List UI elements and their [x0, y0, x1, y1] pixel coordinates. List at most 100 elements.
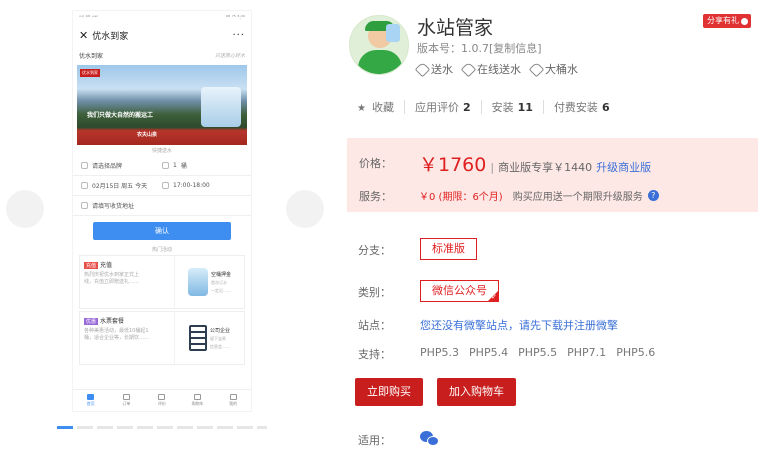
branch-label: 分支：	[358, 244, 391, 257]
app-tag[interactable]: 送水	[414, 61, 453, 77]
building-icon	[188, 325, 207, 351]
card2-desc-2: 桶，适合企业等，长期饮……	[84, 335, 150, 341]
app-tags: 送水 在线送水 大桶水	[414, 61, 578, 77]
phone-tab-label: 首页	[86, 401, 95, 406]
clock-icon	[162, 182, 169, 189]
upgrade-business-link[interactable]: 升级商业版	[596, 159, 651, 175]
stats-divider	[480, 100, 482, 114]
apply-label: 适用：	[358, 434, 391, 447]
card2-right-title: 公司企业	[209, 327, 230, 334]
branch-option-standard[interactable]: 标准版	[420, 238, 477, 260]
register-site-link[interactable]: 您还没有微擎站点，请先下载并注册微擎	[420, 317, 618, 333]
phone-order-row-1: 请选择品牌 1桶	[73, 156, 251, 176]
app-tag[interactable]: 在线送水	[460, 61, 521, 77]
gallery-indicator-active[interactable]	[57, 426, 73, 429]
phone-section-label: 快捷送水	[151, 148, 172, 154]
phone-date: 02月15日 周五 今天	[92, 183, 148, 190]
phone-tab-orders: 订单	[109, 390, 145, 411]
phone-quantity-unit: 桶	[180, 163, 187, 170]
app-tag-label: 大桶水	[545, 63, 578, 76]
phone-order-row-2: 02月15日 周五 今天 17:00-18:00	[73, 176, 251, 196]
phone-activity-card-2: 优惠 水票套餐 各种美惠活动，最低10桶起1 桶，适合企业等，长期饮…… 公司企业 …	[79, 311, 245, 365]
card1-title: 充值	[100, 262, 113, 269]
check-icon: ✓	[491, 293, 497, 301]
php-version: PHP5.5	[518, 346, 558, 359]
php-version: PHP5.6	[616, 346, 656, 359]
phone-status-bar: ᵛᵒˡ ⁴ᴳ ⁺ᵃⁿ ᴷᴮ ⁷⁵ ³:⁰⁰	[73, 11, 251, 25]
app-tag[interactable]: 大桶水	[528, 61, 578, 77]
cart-icon	[194, 394, 202, 400]
gallery-next-button[interactable]	[286, 190, 324, 228]
phone-tab-label: 我的	[229, 401, 238, 406]
card2-right-desc-1: 留下宝贵	[209, 335, 226, 341]
site-label: 站点：	[358, 319, 391, 332]
phone-tab-label: 订单	[122, 401, 131, 406]
support-label: 支持：	[358, 348, 391, 361]
category-label: 类别：	[358, 286, 391, 299]
card2-badge: 优惠	[84, 318, 99, 325]
quantity-icon	[162, 162, 169, 169]
rating-label: 应用评价	[414, 101, 459, 114]
stats-divider	[542, 100, 544, 114]
share-badge-label: 分享有礼	[707, 16, 739, 25]
php-version: PHP5.4	[469, 346, 509, 359]
favorite-button[interactable]: ★ 收藏	[357, 99, 394, 115]
phone-activity-label: 热门活动	[151, 247, 172, 253]
category-option-wechat[interactable]: 微信公众号 ✓	[420, 280, 499, 302]
install-label: 安装	[491, 101, 514, 114]
gallery-indicator-rest[interactable]	[77, 426, 267, 429]
order-icon	[122, 394, 130, 400]
rating-value: 2	[462, 101, 471, 114]
phone-tab-cart: 购物车	[180, 390, 216, 411]
version-info[interactable]: 版本号：1.0.7[复制信息]	[417, 40, 542, 56]
service-row: ￥0 (期限：6个月) 购买应用送一个期限升级服务 ?	[419, 188, 659, 203]
phone-tab-bar: 首页 订单 评价 购物车 我的	[73, 389, 251, 411]
phone-activity-card-1: 充值 充值 热烈庆祝优水到家正式上 线，充值立即赠送礼…… 空桶押金 首次订水 一定…	[79, 255, 245, 309]
phone-close-icon: ✕	[79, 28, 89, 42]
service-value: ￥0 (期限：6个月)	[419, 192, 503, 203]
price-value: ￥1760	[419, 154, 487, 176]
tag-icon	[460, 61, 477, 77]
app-screenshot-preview[interactable]: ᵛᵒˡ ⁴ᴳ ⁺ᵃⁿ ᴷᴮ ⁷⁵ ³:⁰⁰ ✕ 优水到家 ··· 优水到家 只送…	[72, 10, 252, 412]
help-icon[interactable]: ?	[647, 190, 659, 201]
php-versions: PHP5.3 PHP5.4 PHP5.5 PHP7.1 PHP5.6	[420, 346, 655, 359]
banner-sub: 农夫山泉	[137, 132, 158, 138]
phone-tab-mine: 我的	[215, 390, 251, 411]
buy-now-button[interactable]: 立即购买	[355, 378, 423, 406]
add-to-cart-button[interactable]: 加入购物车	[437, 378, 516, 406]
phone-slogan: 只送放心好水	[214, 52, 245, 59]
business-price: 商业版专享￥1440	[498, 161, 593, 174]
address-icon	[81, 202, 88, 209]
paid-install-stat: 付费安装 6	[554, 99, 610, 115]
gallery-prev-button[interactable]	[6, 190, 44, 228]
brand-icon	[81, 162, 88, 169]
phone-more-icon: ···	[232, 29, 245, 41]
stats-bar: ★ 收藏 应用评价 2 安装 11 付费安装 6	[357, 99, 610, 115]
tag-icon	[528, 61, 545, 77]
phone-title-bar: ✕ 优水到家 ···	[73, 25, 251, 45]
card2-right-desc-2: 信息会……	[209, 343, 230, 349]
card1-badge: 充值	[84, 262, 99, 269]
install-stat: 安装 11	[492, 99, 533, 115]
card1-desc-2: 线，充值立即赠送礼……	[84, 279, 140, 285]
app-detail-page: ᵛᵒˡ ⁴ᴳ ⁺ᵃⁿ ᴷᴮ ⁷⁵ ³:⁰⁰ ✕ 优水到家 ··· 优水到家 只送…	[0, 0, 768, 450]
price-row: ￥1760 | 商业版专享￥1440 升级商业版	[419, 150, 651, 177]
app-icon-bottle	[386, 24, 400, 42]
phone-tab-label: 购物车	[191, 401, 204, 406]
phone-time: 17:00-18:00	[173, 182, 210, 189]
banner-logo: 优水到家	[80, 69, 100, 77]
tag-icon	[414, 61, 431, 77]
card1-right-title: 空桶押金	[210, 271, 231, 278]
php-version: PHP5.3	[420, 346, 460, 359]
paid-install-label: 付费安装	[553, 101, 598, 114]
wechat-icon	[420, 431, 440, 447]
share-gift-badge[interactable]: 分享有礼	[703, 14, 751, 28]
rating-stat[interactable]: 应用评价 2	[415, 99, 471, 115]
app-tag-label: 送水	[431, 63, 453, 76]
water-jug-icon	[187, 268, 208, 296]
app-name: 水站管家	[417, 17, 494, 39]
phone-status-right: ᴷᴮ ⁷⁵ ³:⁰⁰	[225, 15, 245, 21]
phone-brand-row: 优水到家 只送放心好水	[73, 45, 251, 65]
card2-desc-1: 各种美惠活动，最低10桶起1	[84, 328, 149, 334]
price-divider: |	[490, 161, 495, 174]
